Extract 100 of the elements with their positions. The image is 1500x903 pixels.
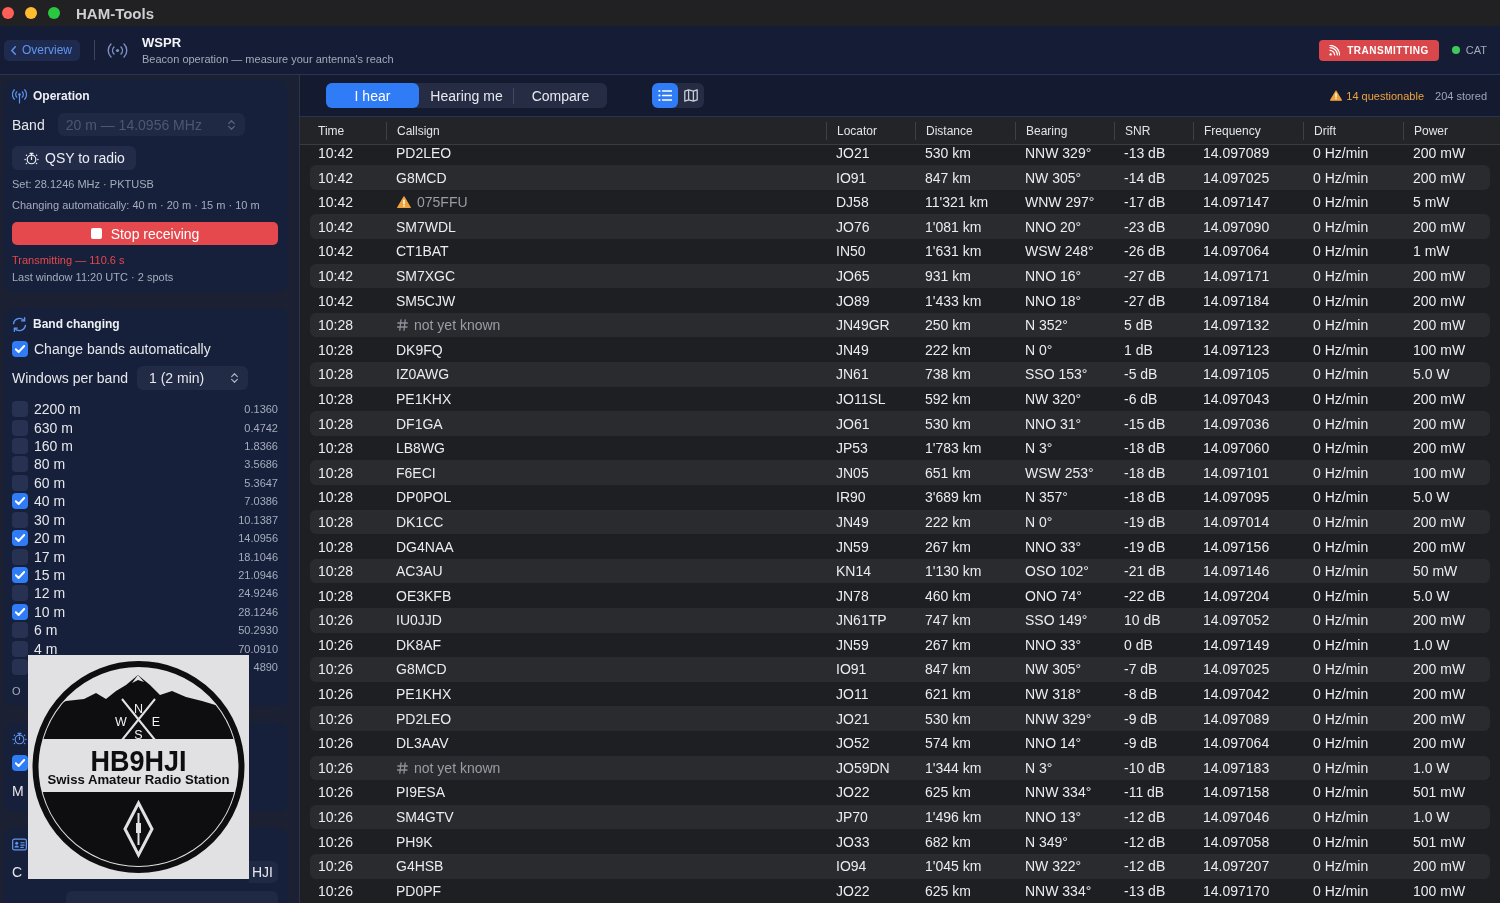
callsign-field[interactable]: HJI — [249, 861, 278, 884]
table-cell: -7 dB — [1124, 661, 1158, 678]
table-cell: 5.0 W — [1413, 489, 1450, 506]
table-cell: 14.097146 — [1203, 563, 1270, 580]
table-cell: 10:28 — [318, 538, 354, 555]
logo-motto: Swiss Amateur Radio Station — [47, 772, 228, 787]
checkbox[interactable] — [12, 567, 28, 583]
checkbox[interactable] — [12, 456, 28, 473]
checkbox[interactable] — [12, 603, 28, 620]
checkbox[interactable] — [12, 548, 28, 565]
table-cell: JO11SL — [836, 390, 886, 407]
field-label: Band — [12, 116, 45, 133]
column-header[interactable]: Power — [1414, 123, 1448, 138]
minimize-button[interactable] — [25, 7, 37, 19]
column-header[interactable]: Bearing — [1026, 123, 1068, 138]
back-button[interactable]: Overview — [4, 39, 80, 61]
table-cell: G8MCD — [396, 661, 447, 678]
table-row[interactable]: 10:26 G4HSB IO94 1'045 km NW 322° -12 dB 14.097207 0 Hz/min 200 mW — [310, 853, 1490, 879]
table-cell: 0 Hz/min — [1313, 169, 1369, 186]
table-cell: SM7XGC — [396, 267, 456, 284]
hash-icon — [397, 761, 408, 774]
table-row[interactable]: 10:42 G8MCD IO91 847 km NW 305° -14 dB 14.097025 0 Hz/min 200 mW — [310, 165, 1490, 190]
table-cell: JO89 — [836, 292, 870, 309]
table-row[interactable]: 10:26 not yet known JO59DN 1'344 km N 3° -10 dB 14.097183 0 Hz/min 1.0 W — [310, 755, 1490, 781]
questionable-count[interactable]: 14 questionable — [1346, 89, 1424, 102]
table-cell: 200 mW — [1413, 390, 1466, 407]
table-cell: OE3KFB — [396, 587, 452, 604]
table-cell: 14.097025 — [1203, 169, 1270, 186]
table-cell: -18 dB — [1124, 464, 1166, 481]
windows-select[interactable]: 1 (2 min) — [136, 366, 248, 390]
table-row[interactable]: 10:42 SM7XGC JO65 931 km NNO 16° -27 dB 14.097171 0 Hz/min 200 mW — [310, 263, 1490, 289]
table-cell: G8MCD — [396, 169, 447, 186]
table-cell: 10:26 — [318, 612, 354, 629]
warning-icon — [1330, 90, 1343, 101]
field-label: C — [12, 864, 23, 881]
table-cell: WSW 248° — [1025, 243, 1094, 260]
qsy-button[interactable]: QSY to radio — [12, 146, 136, 170]
table-row[interactable]: 10:28 AC3AU KN14 1'130 km OSO 102° -21 dB 14.097146 0 Hz/min 50 mW — [310, 558, 1490, 584]
table-cell: 1'045 km — [925, 858, 982, 875]
zoom-button[interactable] — [48, 7, 60, 19]
table-cell: JO22 — [836, 882, 870, 899]
table-cell: 5.0 W — [1413, 587, 1450, 604]
table-cell: -6 dB — [1124, 390, 1158, 407]
close-button[interactable] — [2, 7, 14, 19]
column-header[interactable]: Distance — [926, 123, 973, 138]
checkbox[interactable] — [12, 511, 28, 528]
table-row[interactable]: 10:28 DK1CC JN49 222 km N 0° -19 dB 14.097014 0 Hz/min 200 mW — [310, 509, 1490, 535]
checkbox[interactable] — [12, 341, 28, 357]
checkbox[interactable] — [12, 659, 28, 676]
band-frequency: 7.0386 — [244, 495, 278, 508]
table-cell: IO91 — [836, 661, 867, 678]
table-row[interactable]: 10:26 SM4GTV JP70 1'496 km NNO 13° -12 dB 14.097046 0 Hz/min 1.0 W — [310, 804, 1490, 830]
table-cell: 0 Hz/min — [1313, 440, 1369, 457]
band-frequency: 10.1387 — [238, 513, 278, 526]
checkmark-icon — [15, 607, 25, 616]
checkmark-icon — [15, 534, 25, 543]
checkbox[interactable] — [12, 419, 28, 436]
table-cell: NNO 31° — [1025, 415, 1082, 432]
table-cell: N 349° — [1025, 833, 1068, 850]
checkbox[interactable] — [12, 530, 28, 547]
tab[interactable]: Compare — [514, 83, 607, 108]
table-cell: JO59DN — [836, 759, 890, 776]
checkbox[interactable] — [12, 755, 28, 772]
list-view-button[interactable] — [652, 83, 678, 108]
column-header[interactable]: Locator — [837, 123, 878, 138]
column-header[interactable]: Drift — [1314, 123, 1336, 138]
table-cell: 10:42 — [318, 169, 354, 186]
table-row[interactable]: 10:28 not yet known JN49GR 250 km N 352° 5 dB 14.097132 0 Hz/min 200 mW — [310, 312, 1490, 338]
table-cell: 14.097025 — [1203, 661, 1270, 678]
checkbox[interactable] — [12, 438, 28, 455]
checkmark-icon — [15, 497, 25, 506]
tab[interactable]: Hearing me — [420, 83, 513, 108]
column-header[interactable]: Frequency — [1204, 123, 1261, 138]
table-cell: SSO 153° — [1025, 366, 1088, 383]
band-frequency: 14.0956 — [238, 532, 278, 545]
table-row[interactable]: 10:26 IU0JJD JN61TP 747 km SSO 149° 10 dB 14.097052 0 Hz/min 200 mW — [310, 608, 1490, 633]
table-row[interactable]: 10:28 F6ECI JN05 651 km WSW 253° -18 dB 14.097101 0 Hz/min 100 mW — [310, 460, 1490, 485]
column-header[interactable]: Callsign — [397, 123, 440, 138]
column-header[interactable]: SNR — [1125, 123, 1151, 138]
table-cell: NNW 329° — [1025, 145, 1092, 161]
table-row[interactable]: 10:26 PD2LEO JO21 530 km NNW 329° -9 dB 14.097089 0 Hz/min 200 mW — [310, 706, 1490, 731]
table-cell: 0 Hz/min — [1313, 735, 1369, 752]
checkbox[interactable] — [12, 622, 28, 639]
table-cell: not yet known — [414, 759, 501, 776]
checkbox[interactable] — [12, 640, 28, 657]
checkbox[interactable] — [12, 401, 28, 418]
table-row[interactable]: 10:28 DF1GA JO61 530 km NNO 31° -15 dB 14.097036 0 Hz/min 200 mW — [310, 411, 1490, 436]
column-header[interactable]: Time — [318, 123, 345, 138]
tab[interactable]: I hear — [326, 83, 419, 108]
checkbox[interactable] — [12, 585, 28, 602]
table-row[interactable]: 10:42 SM7WDL JO76 1'081 km NNO 20° -23 dB 14.097090 0 Hz/min 200 mW — [310, 214, 1490, 240]
table-cell: 0 Hz/min — [1313, 759, 1369, 776]
table-cell: DK8AF — [396, 636, 442, 653]
table-row[interactable]: 10:26 G8MCD IO91 847 km NW 305° -7 dB 14.097025 0 Hz/min 200 mW — [310, 657, 1490, 682]
checkbox[interactable] — [12, 474, 28, 491]
table-cell: 10:28 — [318, 513, 354, 530]
table-cell: N 0° — [1025, 341, 1053, 358]
checkbox[interactable] — [12, 493, 28, 510]
table-row[interactable]: 10:28 IZ0AWG JN61 738 km SSO 153° -5 dB 14.097105 0 Hz/min 5.0 W — [310, 362, 1490, 387]
stop-button[interactable]: Stop receiving — [12, 222, 278, 245]
